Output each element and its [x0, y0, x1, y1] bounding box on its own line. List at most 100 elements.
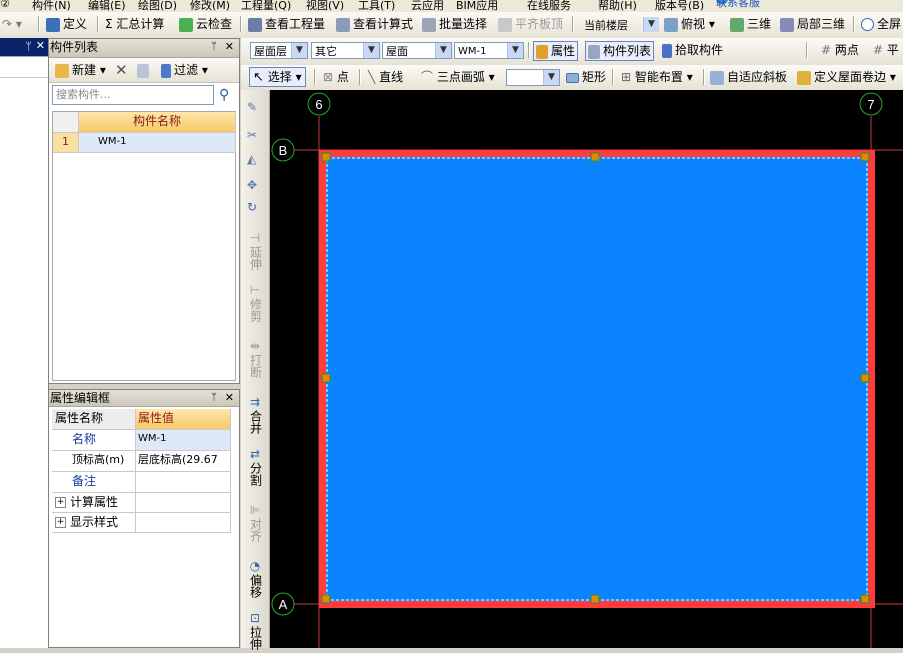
axis-label-7: 7	[867, 97, 874, 112]
offset-tool[interactable]: ◔ 偏移	[245, 560, 265, 601]
break-tool[interactable]: ⇹ 打断	[245, 340, 265, 381]
property-value[interactable]	[136, 472, 231, 493]
table-row[interactable]: WM-1	[79, 133, 236, 153]
search-icon[interactable]: ⚲	[219, 87, 229, 103]
property-group-style[interactable]: + 显示样式	[52, 513, 136, 533]
menu-item[interactable]: 版本号(B)	[655, 0, 704, 12]
view-formula-button[interactable]: 查看计算式	[336, 15, 413, 33]
brush-icon[interactable]: ✎	[247, 100, 257, 114]
parallel-button[interactable]: # 平	[873, 41, 899, 59]
search-input[interactable]: 搜索构件...	[52, 85, 214, 105]
grip-handle[interactable]	[321, 373, 331, 383]
close-icon[interactable]: ✕	[225, 39, 234, 55]
three-d-label: 三维	[747, 17, 772, 31]
menu-item[interactable]: 绘图(D)	[138, 0, 177, 12]
trim-tool[interactable]: ⊢ 修剪	[245, 284, 265, 325]
pick-component-button[interactable]: 拾取构件	[662, 41, 723, 59]
pin-icon[interactable]: ᛘ	[211, 39, 217, 55]
arc-mode-combo[interactable]: ▼	[506, 69, 560, 86]
point-button[interactable]: ⊠ 点	[323, 68, 349, 86]
menu-item[interactable]: BIM应用	[456, 0, 498, 12]
grip-handle[interactable]	[321, 594, 331, 604]
close-icon[interactable]: ✕	[225, 390, 234, 406]
smart-layout-button[interactable]: ⊞ 智能布置 ▾	[621, 68, 693, 86]
table-corner	[53, 112, 79, 133]
scissors-icon[interactable]: ✂	[247, 128, 257, 142]
pick-component-label: 拾取构件	[675, 43, 724, 57]
menu-item[interactable]: 帮助(H)	[598, 0, 637, 12]
menu-item[interactable]: 编辑(E)	[88, 0, 126, 12]
category-combo[interactable]: 屋面 ▼	[382, 42, 452, 59]
menu-item[interactable]: 视图(V)	[306, 0, 344, 12]
expand-icon[interactable]: +	[55, 497, 66, 508]
rotate-icon[interactable]: ↻	[247, 200, 257, 214]
three-d-icon	[730, 17, 744, 32]
filter-button[interactable]: 过滤 ▾	[161, 61, 208, 79]
arc-icon: ⌒	[421, 70, 434, 84]
three-d-button[interactable]: 三维	[730, 15, 771, 33]
floor-combo[interactable]: 屋面层 ▼	[250, 42, 308, 59]
column-header-name[interactable]: 构件名称	[79, 112, 236, 133]
property-group-calc[interactable]: + 计算属性	[52, 493, 136, 513]
component-list-label: 构件列表	[603, 44, 652, 58]
local-3d-button[interactable]: 局部三维	[780, 15, 845, 33]
menu-item[interactable]: 云应用	[411, 0, 444, 12]
stretch-tool[interactable]: ⊡ 拉伸	[245, 612, 265, 653]
view-formula-label: 查看计算式	[353, 17, 414, 31]
grip-handle[interactable]	[590, 152, 600, 162]
fullscreen-button[interactable]: 全屏	[861, 15, 901, 33]
close-icon[interactable]: ✕	[36, 38, 45, 54]
redo-icon[interactable]: ↷ ▾	[2, 15, 22, 33]
menu-item[interactable]: 修改(M)	[190, 0, 230, 12]
pin-icon[interactable]: ᛘ	[25, 39, 32, 55]
grip-handle[interactable]	[860, 373, 870, 383]
new-component-button[interactable]: 新建 ▾	[55, 61, 106, 79]
define-roof-edge-button[interactable]: 定义屋面卷边 ▾	[797, 68, 896, 86]
copy-icon[interactable]	[137, 61, 152, 79]
break-label: 打断	[248, 354, 263, 378]
mirror-icon[interactable]: ◭	[247, 152, 256, 166]
menu-item[interactable]: 构件(N)	[32, 0, 71, 12]
delete-icon[interactable]: ✕	[115, 61, 128, 79]
component-combo[interactable]: WM-1 ▼	[454, 42, 524, 59]
grip-handle[interactable]	[860, 152, 870, 162]
top-view-button[interactable]: 俯视 ▾	[664, 15, 715, 33]
menu-item[interactable]: 工程量(Q)	[241, 0, 291, 12]
define-button[interactable]: 定义	[46, 15, 87, 33]
rectangle-button[interactable]: 矩形	[566, 68, 606, 86]
floor-select[interactable]: 当前楼层 ▼	[580, 16, 660, 33]
select-button[interactable]: ↖ 选择 ▾	[249, 67, 306, 87]
arc-3pt-button[interactable]: ⌒ 三点画弧 ▾	[421, 68, 495, 86]
line-button[interactable]: ╲ 直线	[368, 68, 403, 86]
menu-item[interactable]: 在线服务	[527, 0, 571, 12]
menu-item[interactable]: ②	[0, 0, 10, 10]
merge-tool[interactable]: ⇉ 合并	[245, 396, 265, 437]
expand-icon[interactable]: +	[55, 517, 66, 528]
type-combo[interactable]: 其它 ▼	[311, 42, 380, 59]
row-index[interactable]: 1	[53, 133, 79, 153]
sum-calc-button[interactable]: Σ 汇总计算	[105, 15, 164, 33]
property-value[interactable]: WM-1	[136, 430, 231, 451]
roof-slab[interactable]	[326, 157, 868, 601]
two-point-button[interactable]: # 两点	[821, 41, 859, 59]
merge-icon: ⇉	[249, 395, 261, 409]
cloud-check-button[interactable]: 云检查	[179, 15, 232, 33]
move-icon[interactable]: ✥	[247, 178, 257, 192]
view-quantity-button[interactable]: 查看工程量	[248, 15, 325, 33]
menu-item[interactable]: 工具(T)	[358, 0, 395, 12]
drawing-canvas[interactable]: 6 7 B A	[270, 90, 903, 648]
grip-handle[interactable]	[860, 594, 870, 604]
grip-handle[interactable]	[321, 152, 331, 162]
adaptive-slope-button[interactable]: 自适应斜板	[710, 68, 787, 86]
align-tool[interactable]: ⊫ 对齐	[245, 504, 265, 545]
define-roof-edge-label: 定义屋面卷边	[814, 70, 887, 84]
batch-select-button[interactable]: 批量选择	[422, 15, 487, 33]
split-tool[interactable]: ⇄ 分割	[245, 448, 265, 489]
grip-handle[interactable]	[590, 594, 600, 604]
flatten-slab-button[interactable]: 平齐板顶	[498, 15, 563, 33]
property-value[interactable]: 层底标高(29.67	[136, 451, 231, 472]
pin-icon[interactable]: ᛘ	[211, 390, 217, 406]
properties-button[interactable]: 属性	[533, 41, 579, 61]
component-list-button[interactable]: 构件列表	[585, 41, 655, 61]
extend-tool[interactable]: ⊣ 延伸	[245, 232, 265, 273]
